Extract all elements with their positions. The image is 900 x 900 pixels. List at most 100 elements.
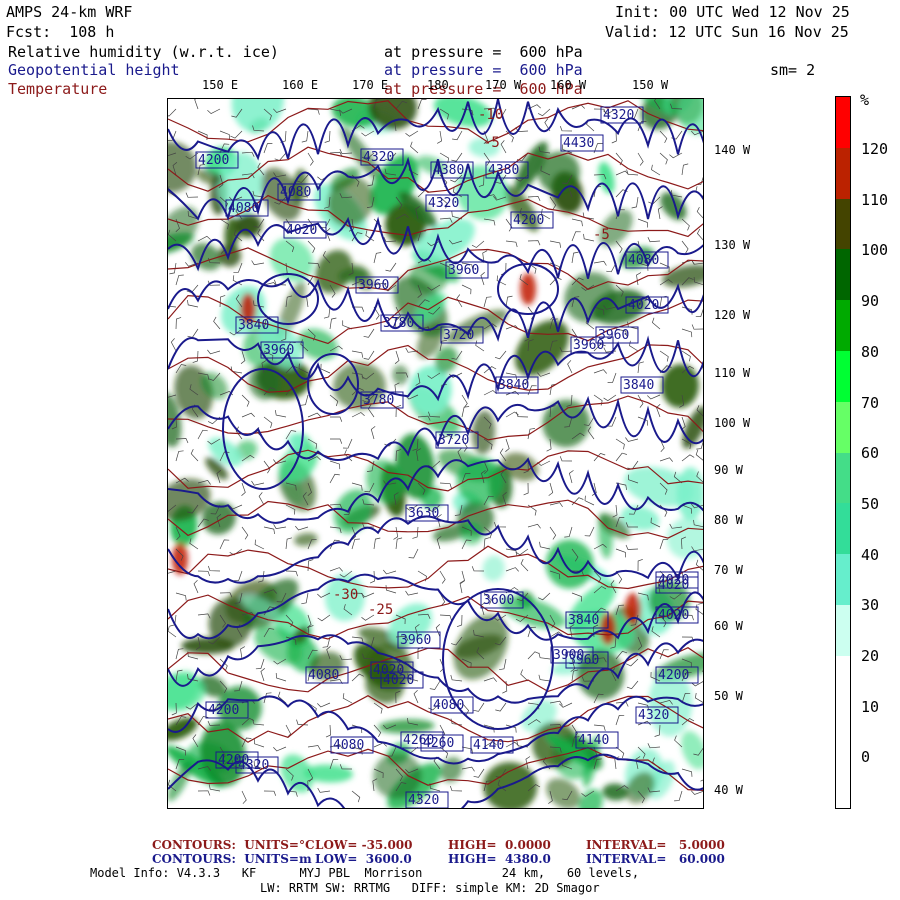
wind-barb — [500, 140, 507, 154]
wind-barb — [307, 152, 314, 166]
wind-barb — [471, 566, 485, 572]
temperature-label: -30 — [333, 587, 358, 603]
wind-barb — [520, 559, 529, 572]
wind-barb — [567, 360, 573, 374]
wind-barb — [461, 284, 472, 295]
colorbar-tick-label: 30 — [861, 596, 880, 615]
wind-barb — [593, 260, 607, 266]
wind-barb — [301, 592, 309, 605]
wind-barb — [612, 504, 618, 518]
wind-barb — [505, 567, 519, 572]
wind-barb — [351, 790, 361, 803]
svg-text:4320: 4320 — [428, 196, 459, 211]
wind-barb — [647, 743, 661, 749]
humidity-area — [602, 783, 629, 801]
wind-barb — [187, 299, 199, 308]
wind-barb — [439, 482, 452, 489]
wind-barb — [241, 790, 247, 804]
wind-barb — [691, 324, 703, 330]
wind-barb — [254, 539, 265, 550]
wind-barb — [241, 526, 249, 540]
wind-barb — [603, 394, 617, 402]
svg-text:3840: 3840 — [568, 613, 599, 628]
colorbar-tick-label: 120 — [861, 140, 889, 158]
wind-barb — [471, 240, 485, 248]
wind-barb — [695, 604, 703, 615]
colorbar-segment — [836, 554, 850, 606]
temp-contour-interval: INTERVAL= 5.0000 — [586, 838, 725, 852]
wind-barb — [329, 460, 341, 470]
wind-barb — [383, 569, 397, 575]
wind-barb — [351, 724, 363, 734]
wind-barb — [451, 152, 463, 162]
svg-text:4430: 4430 — [563, 136, 594, 151]
humidity-area — [661, 364, 699, 408]
wind-barb — [473, 702, 485, 712]
wind-barb — [175, 592, 187, 601]
wind-barb — [207, 108, 221, 115]
wind-barb — [625, 544, 639, 550]
wind-barb — [656, 404, 661, 418]
latitude-label: 90 W — [714, 463, 743, 477]
wind-barb — [681, 218, 690, 231]
height-label: 3960 — [445, 261, 489, 279]
wind-barb — [370, 426, 376, 440]
svg-text:4080: 4080 — [280, 185, 311, 200]
wind-barb — [456, 614, 463, 628]
colorbar — [835, 96, 851, 809]
wind-barb — [523, 482, 529, 496]
wind-barb — [538, 592, 551, 601]
humidity-area — [666, 517, 703, 559]
svg-text:3600: 3600 — [483, 593, 514, 608]
svg-text:4020: 4020 — [658, 573, 689, 588]
wind-barb — [461, 406, 470, 418]
wind-barb — [494, 350, 507, 360]
wind-barb — [439, 570, 446, 584]
wind-barb — [412, 526, 419, 539]
svg-text:4260: 4260 — [423, 736, 454, 751]
wind-barb — [273, 524, 287, 529]
humidity-area — [598, 161, 615, 194]
height-label: 3840 — [495, 376, 539, 394]
wind-barb — [373, 702, 383, 714]
svg-text:3960: 3960 — [598, 328, 629, 343]
colorbar-tick-label: 100 — [861, 241, 889, 260]
temperature-label: -10 — [478, 107, 503, 123]
svg-text:4140: 4140 — [578, 733, 609, 748]
colorbar-tick-label: 0 — [861, 748, 871, 767]
wind-barb — [317, 702, 331, 708]
svg-text:4200: 4200 — [513, 213, 544, 228]
wind-barb — [615, 746, 625, 759]
wind-barb — [373, 252, 382, 264]
svg-text:3840: 3840 — [238, 318, 269, 333]
svg-text:4200: 4200 — [198, 153, 229, 168]
colorbar-tick-label: 40 — [861, 545, 880, 564]
wind-barb — [559, 125, 573, 132]
svg-text:4380: 4380 — [488, 163, 519, 178]
wind-barb — [197, 570, 211, 577]
svg-text:4320: 4320 — [408, 793, 439, 808]
wind-barb — [405, 590, 419, 596]
wind-barb — [527, 523, 541, 529]
height-label: 4020 — [655, 571, 699, 589]
svg-text:4020: 4020 — [286, 223, 317, 238]
wind-barb — [395, 537, 403, 550]
wind-barb — [295, 525, 309, 531]
wind-barb — [527, 240, 541, 246]
wind-barb — [584, 526, 595, 537]
svg-text:3720: 3720 — [443, 328, 474, 343]
wind-barb — [681, 328, 693, 338]
wind-barb — [230, 130, 243, 139]
wind-barb — [241, 394, 250, 407]
wind-barb — [538, 652, 551, 660]
colorbar-segment — [836, 249, 850, 301]
wind-barb — [700, 779, 703, 782]
wind-barb — [625, 437, 639, 442]
wind-barb — [175, 317, 182, 330]
svg-text:3960: 3960 — [400, 633, 431, 648]
temperature-label: -5 — [593, 227, 610, 243]
height-label: 4260 — [420, 734, 464, 752]
wind-barb — [207, 565, 221, 572]
wind-barb — [559, 456, 573, 462]
svg-text:4080: 4080 — [333, 738, 364, 753]
